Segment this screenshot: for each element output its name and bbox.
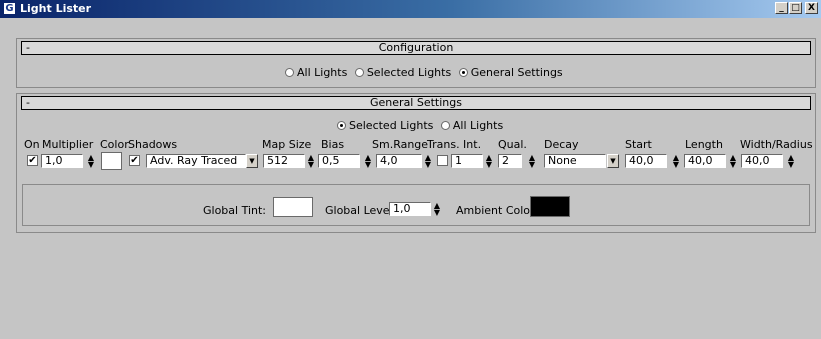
radio-selected-lights[interactable]	[354, 67, 364, 77]
column-header-shadows: Shadows	[128, 138, 178, 151]
column-header-length: Length	[685, 138, 723, 151]
global-tint-label: Global Tint:	[203, 204, 267, 217]
decay-select[interactable]: None	[544, 154, 606, 168]
light-lister-window: G Light Lister _ □ X - Configuration All…	[0, 0, 821, 339]
window-title: Light Lister	[20, 2, 92, 15]
light-color-swatch[interactable]	[101, 152, 122, 170]
close-button[interactable]: X	[805, 2, 818, 14]
radio-all-lights-label[interactable]: All Lights	[297, 66, 347, 79]
global-level-label: Global Level:	[325, 204, 397, 217]
maximize-button[interactable]: □	[789, 2, 802, 14]
column-header-qual: Qual.	[498, 138, 527, 151]
on-checkbox[interactable]: ✔	[27, 155, 38, 166]
trans-int-field[interactable]: 1	[451, 154, 483, 168]
shadows-checkbox[interactable]: ✔	[129, 155, 140, 166]
column-header-bias: Bias	[321, 138, 345, 151]
transparency-checkbox[interactable]	[437, 155, 448, 166]
column-header-color: Color	[100, 138, 129, 151]
general-settings-title: General Settings	[370, 96, 462, 109]
ambient-color-swatch[interactable]	[530, 196, 570, 217]
decay-dropdown-icon[interactable]: ▼	[607, 154, 619, 168]
global-level-spinner-icon[interactable]: ▲ ▼	[433, 202, 441, 217]
global-tint-swatch[interactable]	[273, 197, 313, 217]
width-radius-spinner-icon[interactable]: ▲ ▼	[787, 154, 795, 169]
minimize-button[interactable]: _	[775, 2, 788, 14]
checkmark-icon: ✔	[28, 155, 37, 166]
sm-range-field[interactable]: 4,0	[376, 154, 422, 168]
map-size-field[interactable]: 512	[263, 154, 305, 168]
column-header-decay: Decay	[544, 138, 579, 151]
configuration-rollout: - Configuration All Lights Selected Ligh…	[16, 38, 816, 88]
radio-scope-selected-lights[interactable]	[337, 120, 346, 130]
multiplier-field[interactable]: 1,0	[41, 154, 83, 168]
bias-spinner-icon[interactable]: ▲ ▼	[364, 154, 372, 169]
length-spinner-icon[interactable]: ▲ ▼	[729, 154, 737, 169]
column-header-start: Start	[625, 138, 652, 151]
width-radius-field[interactable]: 40,0	[741, 154, 783, 168]
radio-scope-all-lights-label[interactable]: All Lights	[453, 119, 503, 132]
column-header-sm-range: Sm.Range	[372, 138, 429, 151]
configuration-rollout-header[interactable]: - Configuration	[21, 41, 811, 55]
radio-scope-selected-lights-label[interactable]: Selected Lights	[349, 119, 433, 132]
start-spinner-icon[interactable]: ▲ ▼	[672, 154, 680, 169]
shadow-type-dropdown-icon[interactable]: ▼	[246, 154, 258, 168]
radio-scope-all-lights[interactable]	[440, 120, 450, 130]
ambient-color-label: Ambient Color	[456, 204, 535, 217]
map-size-spinner-icon[interactable]: ▲ ▼	[307, 154, 315, 169]
radio-general-settings-label[interactable]: General Settings	[471, 66, 563, 79]
start-field[interactable]: 40,0	[625, 154, 667, 168]
column-header-multiplier: Multiplier	[42, 138, 94, 151]
global-level-field[interactable]: 1,0	[389, 202, 431, 216]
column-header-trans-int: Trans. Int.	[427, 138, 482, 151]
qual-spinner-icon[interactable]: ▲ ▼	[528, 154, 536, 169]
column-header-on: On	[24, 138, 40, 151]
radio-selected-lights-label[interactable]: Selected Lights	[367, 66, 451, 79]
scope-radio-group: Selected Lights All Lights	[337, 118, 507, 132]
trans-int-spinner-icon[interactable]: ▲ ▼	[485, 154, 493, 169]
qual-field[interactable]: 2	[498, 154, 522, 168]
column-header-width-radius: Width/Radius	[740, 138, 813, 151]
app-icon: G	[3, 2, 16, 15]
sm-range-spinner-icon[interactable]: ▲ ▼	[424, 154, 432, 169]
bias-field[interactable]: 0,5	[318, 154, 360, 168]
title-bar[interactable]: G Light Lister _ □ X	[0, 0, 821, 18]
multiplier-spinner-icon[interactable]: ▲ ▼	[87, 154, 95, 169]
checkmark-icon: ✔	[130, 155, 139, 166]
column-header-map-size: Map Size	[262, 138, 312, 151]
radio-all-lights[interactable]	[285, 67, 294, 77]
configuration-radio-group: All Lights Selected Lights General Setti…	[285, 65, 567, 79]
radio-general-settings[interactable]	[458, 67, 468, 77]
general-settings-rollout-header[interactable]: - General Settings	[21, 96, 811, 110]
length-field[interactable]: 40,0	[684, 154, 726, 168]
configuration-title: Configuration	[378, 41, 454, 54]
shadow-type-select[interactable]: Adv. Ray Traced	[146, 154, 246, 168]
